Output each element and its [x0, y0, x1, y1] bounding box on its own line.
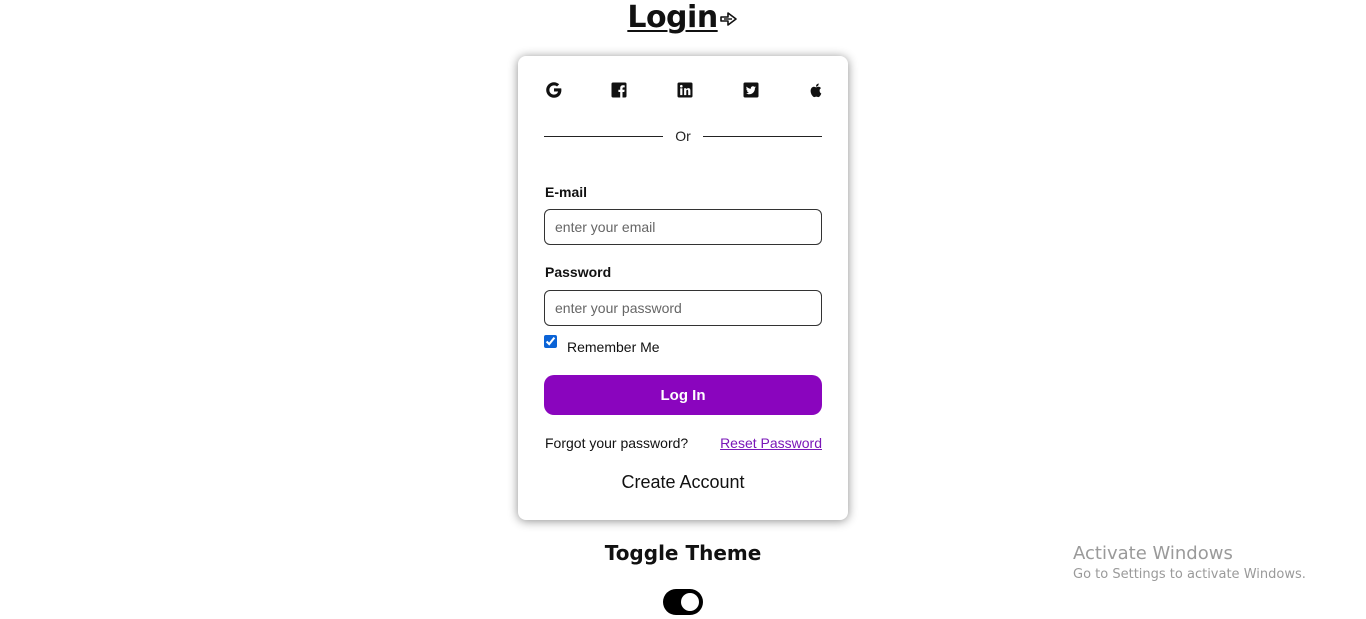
google-icon: [546, 82, 562, 98]
divider-line-right: [703, 136, 822, 137]
theme-toggle-switch[interactable]: [663, 589, 703, 615]
apple-login-button[interactable]: [806, 80, 826, 100]
login-page: Login Or E-mail enter your email Passwor…: [0, 0, 1366, 619]
watermark-title: Activate Windows: [1073, 543, 1233, 564]
google-login-button[interactable]: [544, 80, 564, 100]
page-title: Login: [627, 0, 718, 35]
twitter-icon: [743, 82, 759, 98]
activate-windows-watermark: Activate Windows Go to Settings to activ…: [1073, 543, 1306, 584]
reset-password-link[interactable]: Reset Password: [720, 434, 822, 452]
facebook-login-button[interactable]: [609, 80, 629, 100]
remember-me-label[interactable]: Remember Me: [567, 338, 660, 356]
apple-icon: [810, 83, 822, 98]
toggle-knob: [681, 593, 699, 611]
twitter-login-button[interactable]: [741, 80, 761, 100]
or-divider: Or: [544, 127, 822, 145]
remember-me-checkbox[interactable]: [544, 335, 557, 348]
create-account-link[interactable]: Create Account: [518, 471, 848, 493]
login-arrow-icon: [719, 9, 739, 29]
linkedin-login-button[interactable]: [675, 80, 695, 100]
forgot-password-text: Forgot your password?: [545, 435, 689, 451]
email-field[interactable]: [544, 209, 822, 245]
page-header: Login: [0, 0, 1366, 40]
social-login-row: [544, 80, 822, 102]
email-label: E-mail: [545, 184, 588, 200]
login-card: Or E-mail Password Remember Me Log In Fo…: [518, 56, 848, 520]
forgot-password-row: Forgot your password? Reset Password: [545, 434, 822, 452]
login-button[interactable]: Log In: [544, 375, 822, 415]
watermark-subtitle: Go to Settings to activate Windows.: [1073, 567, 1306, 582]
password-field[interactable]: [544, 290, 822, 326]
facebook-icon: [611, 82, 627, 98]
linkedin-icon: [677, 82, 693, 98]
password-label: Password: [545, 264, 612, 280]
